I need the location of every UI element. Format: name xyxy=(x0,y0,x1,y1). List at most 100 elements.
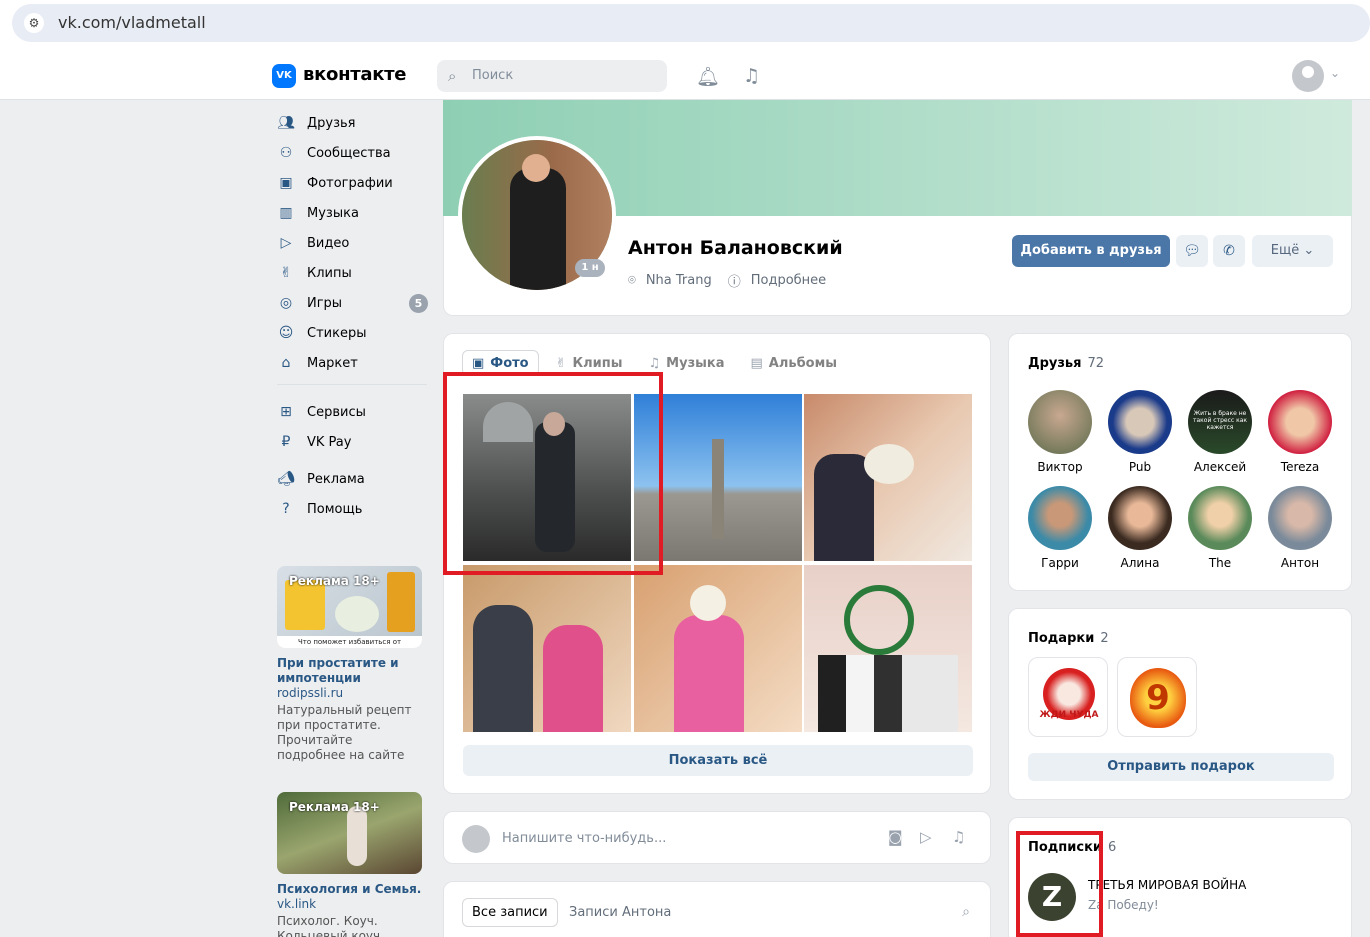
phone-icon: ✆ xyxy=(1223,243,1235,259)
profile-location[interactable]: Nha Trang xyxy=(646,273,712,288)
add-friend-button[interactable]: Добавить в друзья xyxy=(1012,235,1170,267)
photo-thumbnail[interactable] xyxy=(804,565,972,732)
photo-tab-icon: ▣ xyxy=(472,355,485,371)
sidebar-item-ads[interactable]: 📣︎ Реклама xyxy=(272,464,432,494)
vk-logo-icon[interactable]: VK xyxy=(272,64,296,88)
vk-logo-text[interactable]: вконтакте xyxy=(303,64,406,85)
communities-icon: ⚇ xyxy=(279,145,293,161)
music-tab-icon: ♫ xyxy=(648,355,661,371)
sidebar-item-music[interactable]: ▥ Музыка xyxy=(272,198,432,228)
friend-item[interactable]: Виктор xyxy=(1020,390,1100,474)
friend-item[interactable]: Антон xyxy=(1260,486,1340,570)
gift-item[interactable]: 9 xyxy=(1117,657,1197,737)
search-icon[interactable]: ⌕ xyxy=(962,904,970,920)
site-settings-icon[interactable]: ⚙ xyxy=(24,13,44,33)
sidebar-item-clips[interactable]: ✌ Клипы xyxy=(272,258,432,288)
browser-address-bar: ⚙ vk.com/vladmetall xyxy=(0,0,1370,52)
gift-item[interactable]: ЖДИ ЧУДА xyxy=(1028,657,1108,737)
ad-banner-caption: Что поможет избавиться от простатита? xyxy=(277,636,422,648)
photo-grid xyxy=(463,394,973,732)
camera-icon[interactable]: ◙ xyxy=(888,828,903,846)
profile-more-info[interactable]: Подробнее xyxy=(751,273,826,288)
tab-clips[interactable]: ✌ Клипы xyxy=(547,350,632,376)
friend-item[interactable]: Гарри xyxy=(1020,486,1100,570)
sidebar-item-services[interactable]: ⊞ Сервисы xyxy=(272,397,432,427)
url-field[interactable]: ⚙ vk.com/vladmetall xyxy=(12,4,1370,42)
message-icon: 💬︎ xyxy=(1183,243,1201,259)
tab-all-posts[interactable]: Все записи xyxy=(462,898,558,927)
help-icon: ? xyxy=(282,501,290,517)
tab-albums[interactable]: ▤ Альбомы xyxy=(741,350,846,376)
friends-title[interactable]: Друзья 72 xyxy=(1028,356,1104,371)
friend-avatar-overlay-text: Жить в браке не такой стресс как кажется xyxy=(1193,410,1247,431)
nav-divider xyxy=(272,459,422,460)
friend-item[interactable]: Tereza xyxy=(1260,390,1340,474)
post-composer[interactable]: Напишите что-нибудь... ◙ ▷ ♫ xyxy=(443,811,991,864)
sidebar-item-games[interactable]: ◎ Игры 5 xyxy=(272,288,432,318)
friend-item[interactable]: The xyxy=(1180,486,1260,570)
gift-number: 9 xyxy=(1130,668,1186,728)
photo-thumbnail[interactable] xyxy=(463,394,631,561)
show-all-button[interactable]: Показать всё xyxy=(463,745,973,776)
ad-glass xyxy=(335,596,379,632)
services-icon: ⊞ xyxy=(280,404,292,420)
sidebar-item-stickers[interactable]: ☺ Стикеры xyxy=(272,318,432,348)
subscription-name[interactable]: ТРЕТЬЯ МИРОВАЯ ВОЙНА xyxy=(1088,878,1246,892)
sidebar-item-photos[interactable]: ▣ Фотографии xyxy=(272,168,432,198)
subscriptions-block: Подписки 6 Z ТРЕТЬЯ МИРОВАЯ ВОЙНА Za Побе… xyxy=(1008,817,1352,937)
sidebar-item-market[interactable]: ⌂ Маркет xyxy=(272,348,432,378)
sidebar-item-communities[interactable]: ⚇ Сообщества xyxy=(272,138,432,168)
photo-thumbnail[interactable] xyxy=(804,394,972,561)
video-icon[interactable]: ▷ xyxy=(920,828,932,846)
subscription-avatar[interactable]: Z xyxy=(1028,873,1076,921)
url-text[interactable]: vk.com/vladmetall xyxy=(58,13,206,32)
music-player-icon[interactable]: ♫ xyxy=(743,65,760,87)
sidebar-item-friends[interactable]: 👥︎ Друзья xyxy=(272,108,432,138)
ad-title[interactable]: При простатите и импотенции xyxy=(277,656,422,686)
tab-photos[interactable]: ▣ Фото xyxy=(462,350,539,376)
ad-banner[interactable]: Реклама 18+ xyxy=(277,792,422,874)
music-icon[interactable]: ♫ xyxy=(952,828,965,846)
composer-avatar xyxy=(462,825,490,853)
friend-avatar xyxy=(1028,486,1092,550)
ad-age-tag: Реклама 18+ xyxy=(289,800,380,814)
subscriptions-title[interactable]: Подписки 6 xyxy=(1028,840,1116,855)
call-button[interactable]: ✆ xyxy=(1213,235,1245,267)
friend-item[interactable]: Pub xyxy=(1100,390,1180,474)
sidebar-item-video[interactable]: ▷ Видео xyxy=(272,228,432,258)
tab-own-posts[interactable]: Записи Антона xyxy=(560,898,680,927)
search-icon: ⌕ xyxy=(448,67,457,85)
sidebar-item-help[interactable]: ? Помощь xyxy=(272,494,432,524)
ad-age-tag: Реклама 18+ xyxy=(289,574,380,588)
tab-music[interactable]: ♫ Музыка xyxy=(640,350,734,376)
photo-thumbnail[interactable] xyxy=(463,565,631,732)
send-gift-button[interactable]: Отправить подарок xyxy=(1028,753,1334,781)
ad-block[interactable]: Реклама 18+ Психология и Семья. vk.link … xyxy=(277,792,422,937)
ad-block[interactable]: Реклама 18+ Что поможет избавиться от пр… xyxy=(277,566,422,763)
chevron-down-icon[interactable]: ⌄ xyxy=(1330,66,1340,80)
friend-avatar xyxy=(1028,390,1092,454)
search-input[interactable]: ⌕ Поиск xyxy=(437,60,667,92)
friend-item[interactable]: Жить в браке не такой стресс как кажется… xyxy=(1180,390,1260,474)
gifts-title[interactable]: Подарки 2 xyxy=(1028,631,1109,646)
sidebar-item-vkpay[interactable]: ₽ VK Pay xyxy=(272,427,432,457)
gift-caption: ЖДИ ЧУДА xyxy=(1039,710,1099,720)
friend-item[interactable]: Алина xyxy=(1100,486,1180,570)
media-tabs: ▣ Фото ✌ Клипы ♫ Музыка ▤ Альбомы xyxy=(462,350,846,376)
friend-avatar: Жить в браке не такой стресс как кажется xyxy=(1188,390,1252,454)
ad-link[interactable]: rodipssli.ru xyxy=(277,686,422,701)
ad-title[interactable]: Психология и Семья. xyxy=(277,882,422,897)
ad-link[interactable]: vk.link xyxy=(277,897,422,912)
ad-banner[interactable]: Реклама 18+ Что поможет избавиться от пр… xyxy=(277,566,422,648)
more-actions-button[interactable]: Ещё ⌄ xyxy=(1252,235,1333,267)
composer-placeholder[interactable]: Напишите что-нибудь... xyxy=(502,831,666,846)
photo-thumbnail[interactable] xyxy=(634,394,802,561)
ad-description: Натуральный рецепт при простатите. Прочи… xyxy=(277,703,412,762)
games-icon: ◎ xyxy=(279,295,293,311)
profile-name: Антон Балановский xyxy=(628,237,843,259)
message-button[interactable]: 💬︎ xyxy=(1176,235,1208,267)
notifications-bell-icon[interactable]: 🔔︎ xyxy=(696,65,720,88)
online-badge: 1 н xyxy=(575,259,605,277)
user-avatar[interactable] xyxy=(1292,60,1324,92)
photo-thumbnail[interactable] xyxy=(634,565,802,732)
